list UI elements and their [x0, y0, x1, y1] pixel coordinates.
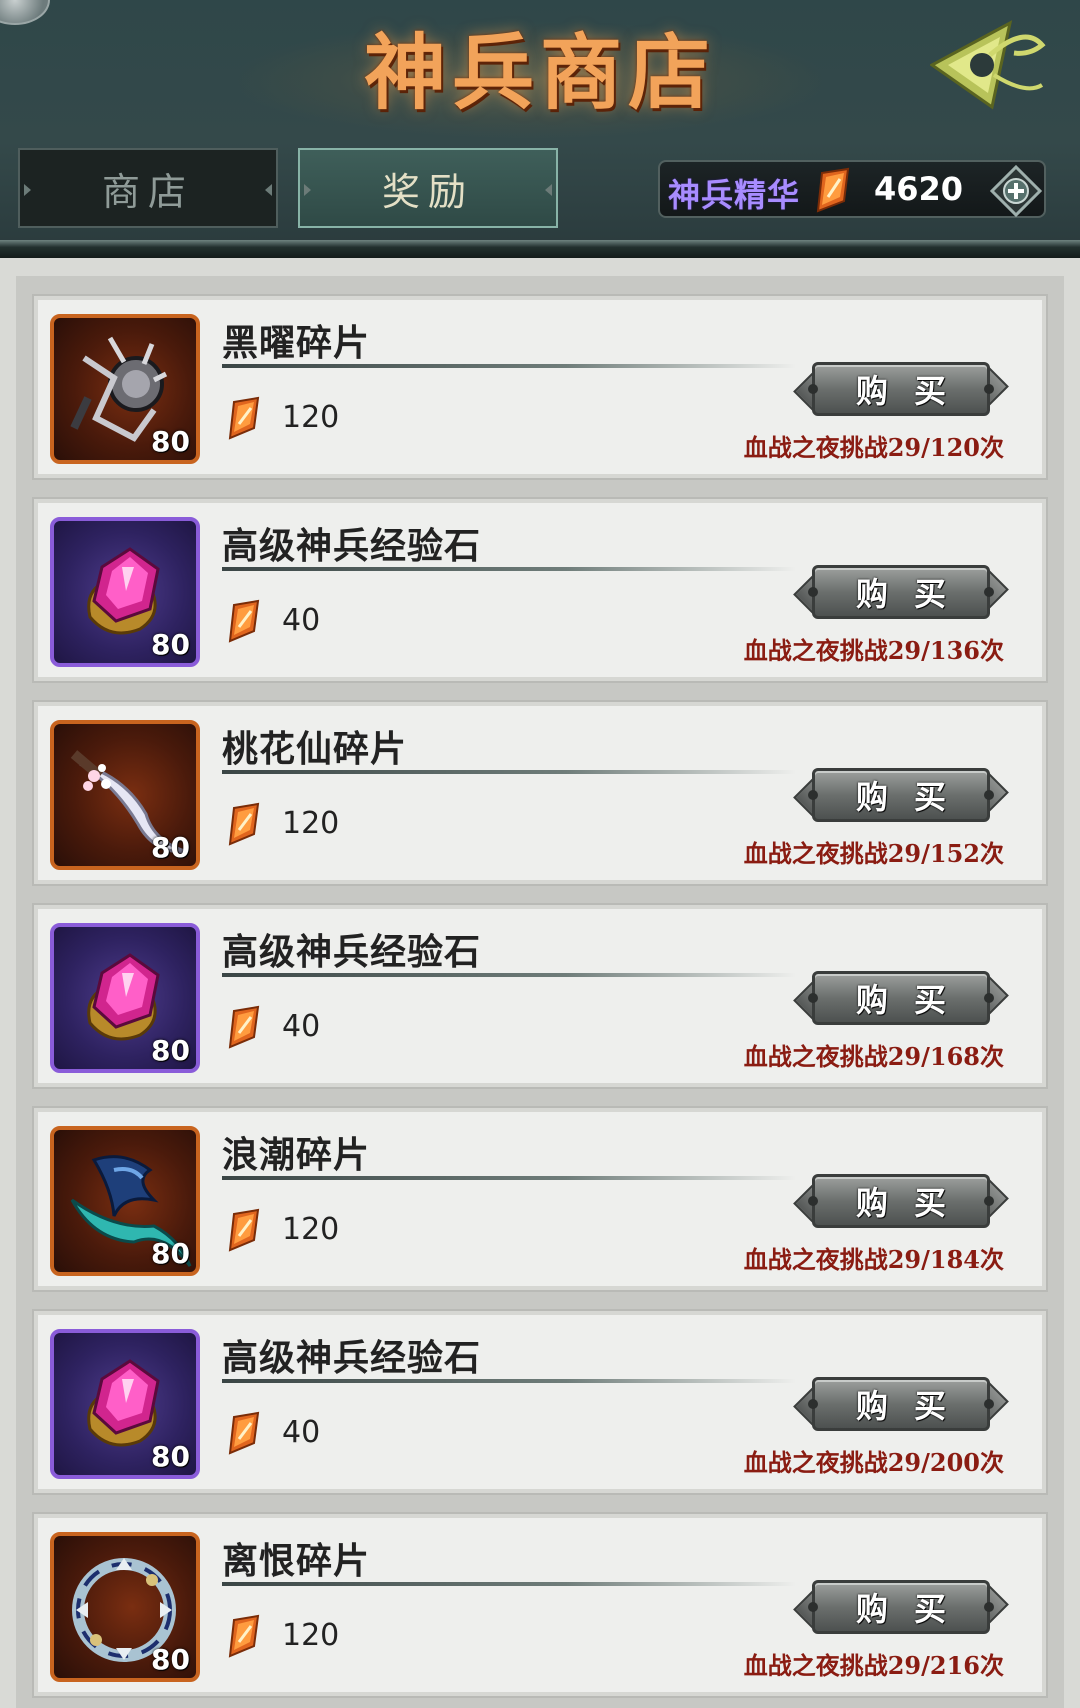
item-name-underline [222, 1379, 796, 1383]
item-level: 80 [151, 628, 190, 661]
item-price: 40 [282, 603, 321, 638]
essence-crystal-icon [816, 167, 850, 213]
buy-button-label: 购买 [855, 981, 972, 1019]
tab-arrow-right [545, 184, 552, 196]
item-thumbnail[interactable]: 80 [50, 1532, 200, 1682]
item-level: 80 [151, 1440, 190, 1473]
tab-rewards[interactable]: 奖励 [298, 148, 558, 228]
item-level: 80 [151, 425, 190, 458]
item-level: 80 [151, 1034, 190, 1067]
essence-crystal-icon [228, 1411, 260, 1455]
buy-button-label: 购买 [855, 778, 972, 816]
shop-item: 80 桃花仙碎片 120 购买 血战之夜挑战29/152次 [32, 700, 1048, 886]
item-name: 高级神兵经验石 [222, 1337, 482, 1379]
buy-button[interactable]: 购买 [793, 1576, 1009, 1638]
item-name: 桃花仙碎片 [222, 728, 408, 770]
purchase-limit: 血战之夜挑战29/216次 [743, 1651, 1004, 1680]
item-name: 离恨碎片 [222, 1540, 371, 1582]
buy-button[interactable]: 购买 [793, 561, 1009, 623]
shop-item: 80 黑曜碎片 120 购买 血战之夜挑战29/120次 [32, 294, 1048, 480]
tab-arrow-left [304, 184, 311, 196]
essence-crystal-icon [228, 599, 260, 643]
item-name: 高级神兵经验石 [222, 931, 482, 973]
buy-button[interactable]: 购买 [793, 967, 1009, 1029]
item-name-underline [222, 567, 796, 571]
item-level: 80 [151, 1237, 190, 1270]
tab-rewards-label: 奖励 [381, 169, 474, 214]
currency-value: 4620 [874, 170, 964, 208]
item-price: 120 [282, 1212, 340, 1247]
triangle-emblem-icon [929, 20, 1046, 110]
shop-item: 80 高级神兵经验石 40 购买 血战之夜挑战29/168次 [32, 903, 1048, 1089]
item-name-underline [222, 364, 796, 368]
item-name: 黑曜碎片 [222, 322, 371, 364]
tab-arrow-left [24, 184, 31, 196]
item-price: 120 [282, 400, 340, 435]
purchase-limit: 血战之夜挑战29/168次 [743, 1042, 1004, 1071]
currency-label: 神兵精华 [668, 176, 801, 214]
shop-item: 80 高级神兵经验石 40 购买 血战之夜挑战29/136次 [32, 497, 1048, 683]
shop-item: 80 浪潮碎片 120 购买 血战之夜挑战29/184次 [32, 1106, 1048, 1292]
buy-button-label: 购买 [855, 372, 972, 410]
purchase-limit: 血战之夜挑战29/152次 [743, 839, 1004, 868]
item-price: 120 [282, 1618, 340, 1653]
buy-button-label: 购买 [855, 1387, 972, 1425]
essence-crystal-icon [228, 802, 260, 846]
buy-button[interactable]: 购买 [793, 764, 1009, 826]
item-name: 高级神兵经验石 [222, 525, 482, 567]
essence-crystal-icon [228, 396, 260, 440]
item-thumbnail[interactable]: 80 [50, 314, 200, 464]
shop-header: 神兵商店 商店 奖励 神兵精华 4620 [0, 0, 1080, 258]
item-level: 80 [151, 1643, 190, 1676]
item-thumbnail[interactable]: 80 [50, 1329, 200, 1479]
tab-shop-label: 商店 [101, 169, 194, 214]
item-level: 80 [151, 831, 190, 864]
buy-button[interactable]: 购买 [793, 1170, 1009, 1232]
item-thumbnail[interactable]: 80 [50, 517, 200, 667]
essence-crystal-icon [228, 1005, 260, 1049]
back-button[interactable] [929, 15, 1050, 115]
item-name-underline [222, 1582, 796, 1586]
tab-arrow-right [265, 184, 272, 196]
item-name: 浪潮碎片 [222, 1134, 371, 1176]
buy-button[interactable]: 购买 [793, 1373, 1009, 1435]
item-price: 120 [282, 806, 340, 841]
item-name-underline [222, 973, 796, 977]
item-thumbnail[interactable]: 80 [50, 720, 200, 870]
header-divider [0, 240, 1080, 258]
plus-icon[interactable] [990, 165, 1042, 217]
buy-button-label: 购买 [855, 575, 972, 613]
purchase-limit: 血战之夜挑战29/184次 [743, 1245, 1004, 1274]
corner-orb-decoration [0, 0, 50, 25]
page-title: 神兵商店 [363, 25, 716, 121]
essence-crystal-icon [228, 1208, 260, 1252]
item-price: 40 [282, 1009, 321, 1044]
buy-button[interactable]: 购买 [793, 358, 1009, 420]
buy-button-label: 购买 [855, 1184, 972, 1222]
purchase-limit: 血战之夜挑战29/136次 [743, 636, 1004, 665]
item-name-underline [222, 1176, 796, 1180]
shop-item: 80 离恨碎片 120 购买 血战之夜挑战29/216次 [32, 1512, 1048, 1698]
tab-shop[interactable]: 商店 [18, 148, 278, 228]
item-price: 40 [282, 1415, 321, 1450]
essence-crystal-icon [228, 1614, 260, 1658]
item-thumbnail[interactable]: 80 [50, 923, 200, 1073]
purchase-limit: 血战之夜挑战29/120次 [743, 433, 1004, 462]
item-name-underline [222, 770, 796, 774]
shop-item: 80 高级神兵经验石 40 购买 血战之夜挑战29/200次 [32, 1309, 1048, 1495]
buy-button-label: 购买 [855, 1590, 972, 1628]
purchase-limit: 血战之夜挑战29/200次 [743, 1448, 1004, 1477]
item-thumbnail[interactable]: 80 [50, 1126, 200, 1276]
currency-display: 神兵精华 4620 [658, 160, 1046, 218]
